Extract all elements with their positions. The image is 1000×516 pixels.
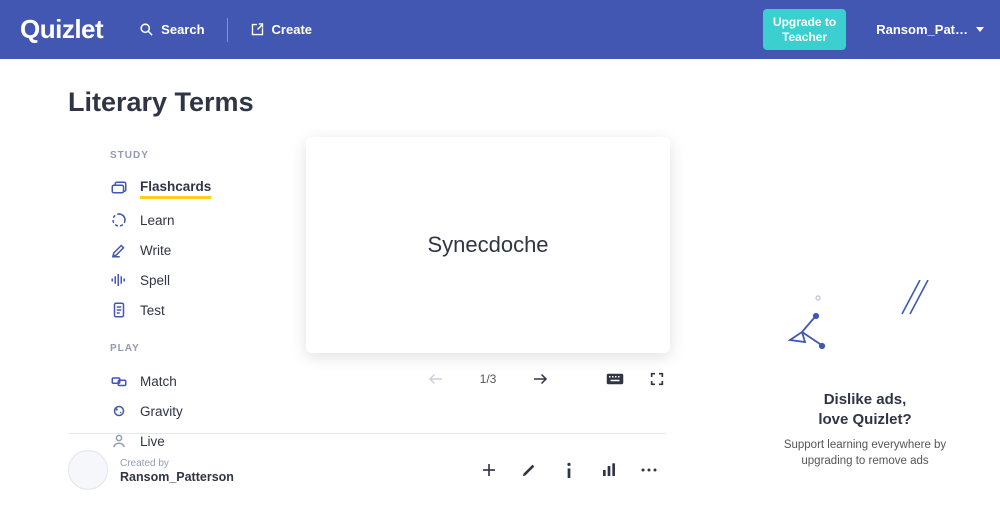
next-card-button[interactable]: [530, 369, 550, 389]
more-icon[interactable]: [640, 461, 658, 479]
promo-body: Support learning everywhere by upgrading…: [776, 437, 954, 469]
learn-icon: [110, 211, 128, 229]
promo-block: Dislike ads, love Quizlet? Support learn…: [770, 390, 960, 469]
gravity-icon: [110, 402, 128, 420]
sidebar: STUDY Flashcards Learn Write: [68, 140, 236, 490]
create-button[interactable]: Create: [242, 16, 320, 43]
flashcard[interactable]: Synecdoche: [306, 137, 670, 353]
created-by-label: Created by: [120, 457, 234, 470]
sidebar-heading-play: PLAY: [110, 343, 236, 354]
sidebar-item-learn[interactable]: Learn: [110, 205, 236, 235]
upgrade-line2: Teacher: [773, 30, 836, 44]
stats-icon[interactable]: [600, 461, 618, 479]
sidebar-item-gravity[interactable]: Gravity: [110, 396, 236, 426]
user-menu[interactable]: Ransom_Pat…: [876, 22, 984, 37]
sidebar-item-test[interactable]: Test: [110, 295, 236, 325]
search-label: Search: [161, 22, 204, 37]
flashcard-term: Synecdoche: [427, 232, 548, 258]
divider: [68, 433, 666, 434]
promo-title-line1: Dislike ads,: [824, 391, 907, 408]
sidebar-item-label: Write: [140, 243, 171, 258]
upgrade-line1: Upgrade to: [773, 15, 836, 29]
quizlet-logo[interactable]: Quizlet: [20, 14, 103, 45]
create-label: Create: [272, 22, 312, 37]
sidebar-item-label: Gravity: [140, 404, 183, 419]
sidebar-item-label: Flashcards: [140, 179, 211, 199]
divider: [227, 18, 228, 42]
chevron-down-icon: [976, 27, 984, 32]
sidebar-item-match[interactable]: Match: [110, 366, 236, 396]
search-button[interactable]: Search: [131, 16, 212, 43]
match-icon: [110, 372, 128, 390]
prev-card-button[interactable]: [426, 369, 446, 389]
sidebar-item-label: Live: [140, 434, 165, 449]
flashcards-icon: [110, 180, 128, 198]
sidebar-item-flashcards[interactable]: Flashcards: [110, 173, 236, 205]
avatar[interactable]: [68, 450, 108, 490]
fullscreen-icon[interactable]: [648, 370, 666, 388]
promo-title-line2: love Quizlet?: [818, 411, 911, 428]
decorative-illustration: [770, 280, 960, 360]
page-title: Literary Terms: [68, 87, 960, 118]
write-icon: [110, 241, 128, 259]
sidebar-item-label: Test: [140, 303, 165, 318]
card-counter: 1/3: [480, 372, 497, 386]
sidebar-item-label: Learn: [140, 213, 175, 228]
sidebar-item-write[interactable]: Write: [110, 235, 236, 265]
add-icon[interactable]: [480, 461, 498, 479]
creator-name[interactable]: Ransom_Patterson: [120, 470, 234, 484]
sidebar-heading-study: STUDY: [110, 150, 236, 161]
info-icon[interactable]: [560, 461, 578, 479]
test-icon: [110, 301, 128, 319]
sidebar-item-label: Match: [140, 374, 177, 389]
sidebar-item-spell[interactable]: Spell: [110, 265, 236, 295]
edit-icon[interactable]: [520, 461, 538, 479]
upgrade-button[interactable]: Upgrade to Teacher: [763, 9, 846, 50]
username: Ransom_Pat…: [876, 22, 968, 37]
live-icon: [110, 432, 128, 450]
search-icon: [139, 22, 154, 37]
spell-icon: [110, 271, 128, 289]
sidebar-item-label: Spell: [140, 273, 170, 288]
keyboard-icon[interactable]: [606, 370, 624, 388]
create-icon: [250, 22, 265, 37]
